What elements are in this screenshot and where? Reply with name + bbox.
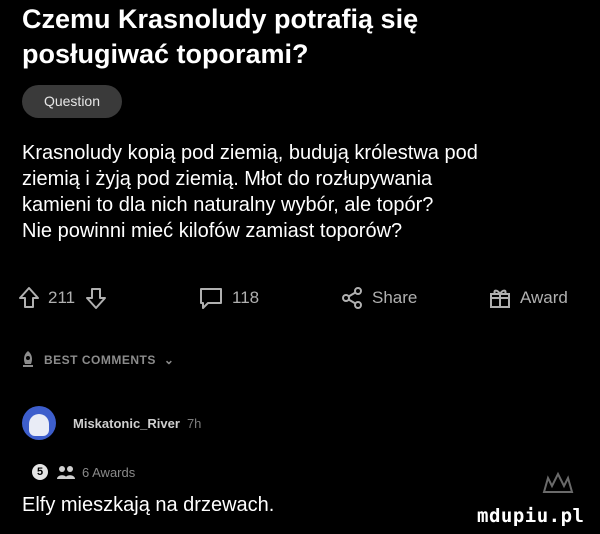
share-icon — [340, 286, 364, 310]
award-button[interactable]: Award — [488, 280, 568, 316]
watermark-logo-icon — [542, 471, 574, 493]
avatar[interactable] — [22, 406, 56, 440]
post-body-line: kamieni to dla nich naturalny wybór, ale… — [22, 194, 434, 216]
comment-bubble-icon — [198, 285, 224, 311]
award-label: Award — [520, 288, 568, 307]
comments-button[interactable]: 118 — [198, 280, 259, 316]
best-comments-label: BEST COMMENTS — [44, 353, 156, 367]
post-body-line: Nie powinni mieć kilofów zamiast toporów… — [22, 220, 403, 242]
share-label: Share — [372, 288, 418, 307]
chevron-down-icon: ⌄ — [163, 353, 175, 367]
awards-count-label: 6 Awards — [82, 464, 136, 480]
downvote-arrow-icon[interactable] — [85, 286, 107, 310]
gift-icon — [488, 286, 512, 310]
snoo-face-icon — [29, 414, 49, 436]
comment-awards[interactable]: 5 6 Awards — [32, 462, 135, 482]
silver-award-icon: 5 — [32, 464, 48, 480]
comment-text: Elfy mieszkają na drzewach. — [22, 494, 275, 516]
post-body: Krasnoludy kopią pod ziemią, budują król… — [22, 140, 592, 244]
rocket-icon — [20, 350, 36, 371]
vote-count: 211 — [48, 288, 76, 307]
post-body-line: Krasnoludy kopią pod ziemią, budują król… — [22, 142, 478, 164]
best-comments-sort[interactable]: BEST COMMENTS ⌄ — [20, 349, 174, 371]
comment-count: 118 — [232, 288, 260, 307]
vote-group: 211 — [18, 280, 107, 316]
comment-header: Miskatonic_River 7h — [22, 405, 201, 441]
post-title-line: Czemu Krasnoludy potrafią się — [22, 4, 419, 34]
post-body-line: ziemią i żyją pod ziemią. Młot do rozłup… — [22, 168, 433, 190]
question-tag[interactable]: Question — [22, 85, 122, 118]
watermark-text: mdupiu.pl — [477, 505, 585, 527]
post-title-line: posługiwać toporami? — [22, 39, 309, 69]
comment-time: 7h — [186, 415, 202, 431]
comment-username[interactable]: Miskatonic_River — [73, 416, 180, 431]
post-actions-bar: 211 118 Share Award — [18, 280, 588, 316]
upvote-arrow-icon[interactable] — [18, 286, 40, 310]
post-title: Czemu Krasnoludy potrafią się posługiwać… — [22, 2, 582, 72]
share-button[interactable]: Share — [340, 280, 417, 316]
wholesome-award-icon — [56, 464, 76, 480]
